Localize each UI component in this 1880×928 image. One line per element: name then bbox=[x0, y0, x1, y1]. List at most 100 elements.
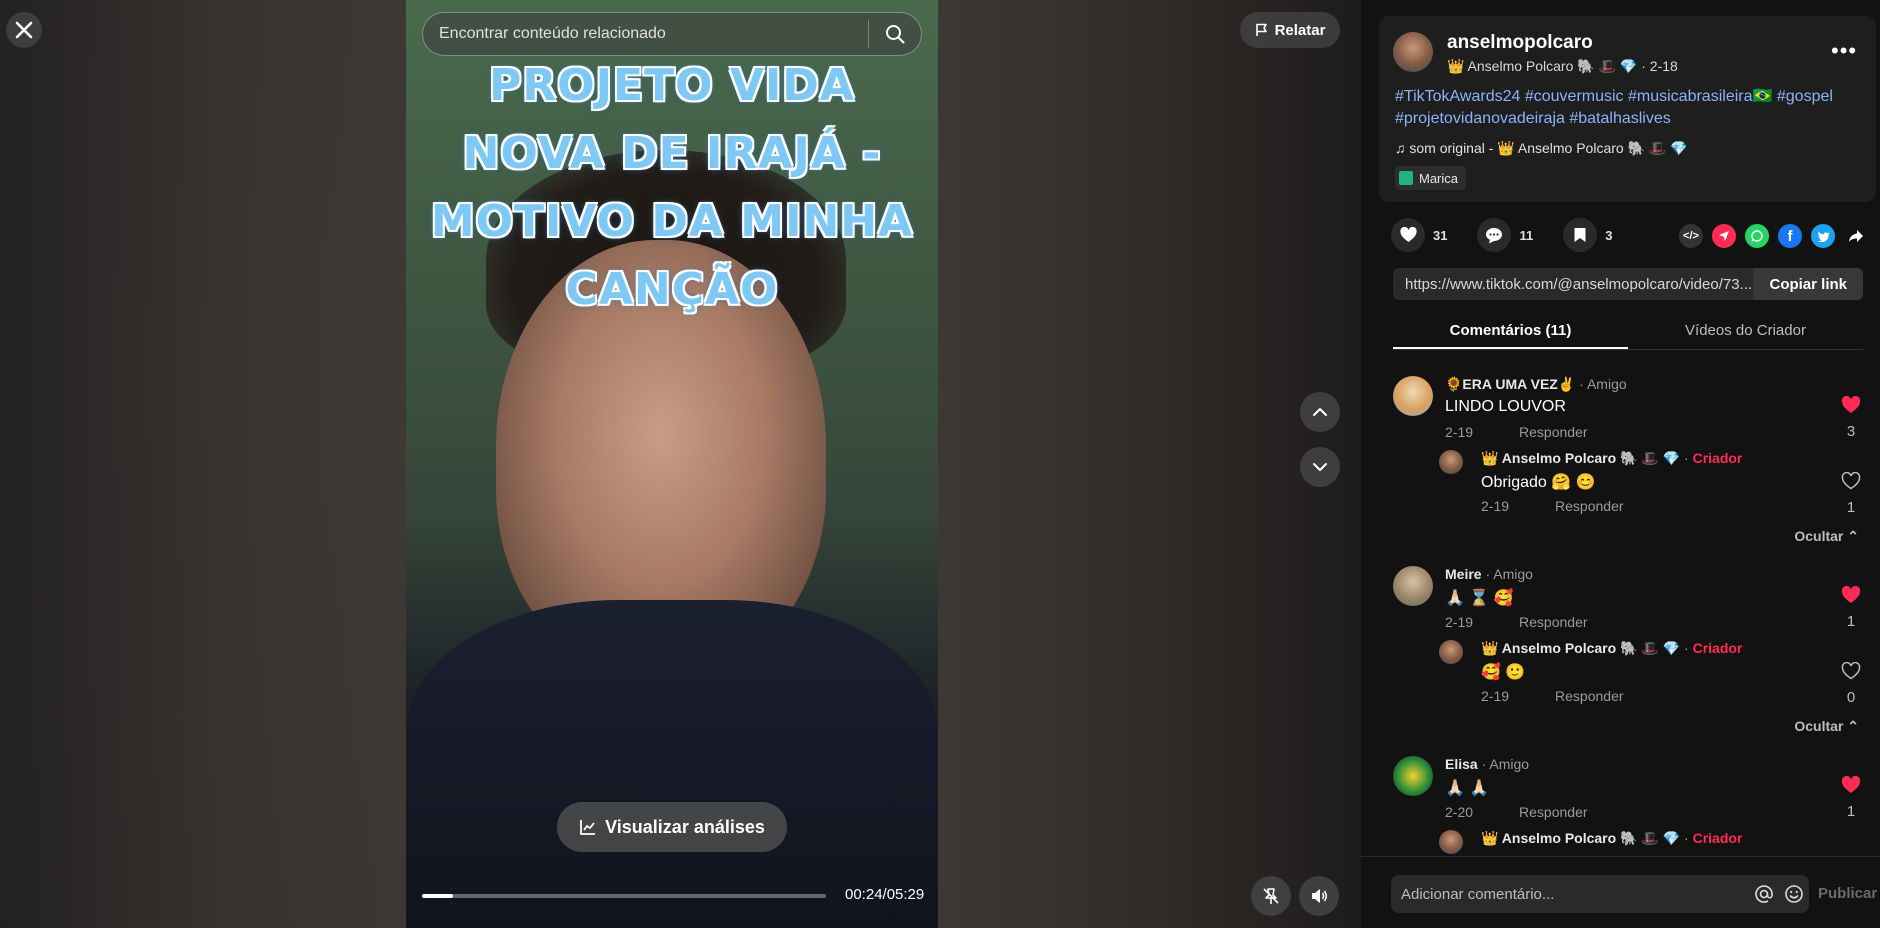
reply-button[interactable]: Responder bbox=[1519, 614, 1588, 630]
floating-player-button[interactable] bbox=[1251, 876, 1291, 916]
commenter-avatar[interactable] bbox=[1439, 450, 1463, 474]
creator-badge: Criador bbox=[1692, 830, 1743, 846]
commenter-name-line: Elisa · Amigo bbox=[1445, 756, 1530, 772]
commenter-name[interactable]: 👑 Anselmo Polcaro 🐘 🎩 💎 bbox=[1481, 450, 1680, 466]
blurred-background-left bbox=[0, 0, 406, 928]
heart-filled-icon bbox=[1841, 775, 1861, 793]
hide-replies-label: Ocultar bbox=[1794, 528, 1844, 544]
post-info-card: anselmopolcaro 👑 Anselmo Polcaro 🐘 🎩 💎 ·… bbox=[1379, 16, 1876, 202]
heart-outline-icon bbox=[1841, 661, 1861, 680]
creator-username[interactable]: anselmopolcaro bbox=[1447, 32, 1593, 54]
share-arrow-icon bbox=[1849, 230, 1863, 242]
comment-like-button[interactable]: 3 bbox=[1839, 395, 1863, 440]
hashtag-link[interactable]: #musicabrasileira🇧🇷 bbox=[1628, 88, 1772, 105]
share-options: </> f bbox=[1679, 224, 1868, 248]
send-icon bbox=[1719, 231, 1729, 241]
location-tag[interactable]: Marica bbox=[1395, 166, 1467, 190]
commenter-avatar[interactable] bbox=[1439, 640, 1463, 664]
heart-icon bbox=[1399, 227, 1417, 242]
comment-like-button[interactable]: 1 bbox=[1839, 471, 1863, 516]
copy-link-button[interactable]: Copiar link bbox=[1753, 268, 1863, 300]
commenter-name-line: 👑 Anselmo Polcaro 🐘 🎩 💎 · Criador bbox=[1481, 830, 1743, 846]
comment-meta: 2-19 Responder bbox=[1481, 688, 1624, 704]
creator-nickname: 👑 Anselmo Polcaro 🐘 🎩 💎 · 2-18 bbox=[1447, 58, 1678, 74]
more-share-button[interactable] bbox=[1844, 224, 1868, 248]
comment-button[interactable] bbox=[1477, 218, 1512, 252]
commenter-name[interactable]: Elisa bbox=[1445, 756, 1478, 772]
emoji-button[interactable] bbox=[1779, 879, 1809, 909]
comment-like-count: 1 bbox=[1846, 803, 1856, 820]
commenter-avatar[interactable] bbox=[1439, 830, 1463, 854]
next-video-button[interactable] bbox=[1300, 447, 1340, 487]
commenter-avatar[interactable] bbox=[1393, 376, 1433, 416]
sound-link[interactable]: ♫ som original - 👑 Anselmo Polcaro 🐘 🎩 💎 bbox=[1395, 140, 1688, 157]
comment-text: 🙏🏻 🙏🏻 bbox=[1445, 780, 1490, 797]
comment-like-count: 3 bbox=[1846, 423, 1856, 440]
bookmark-icon bbox=[1574, 228, 1586, 242]
video-frame-shirt bbox=[406, 600, 938, 928]
commenter-avatar[interactable] bbox=[1393, 756, 1433, 796]
reply-button[interactable]: Responder bbox=[1555, 498, 1624, 514]
volume-button[interactable] bbox=[1299, 876, 1339, 916]
comment-meta: 2-19 Responder bbox=[1445, 614, 1588, 630]
facebook-icon: f bbox=[1787, 227, 1793, 245]
hashtag-link[interactable]: #batalhaslives bbox=[1569, 110, 1670, 127]
commenter-name[interactable]: 👑 Anselmo Polcaro 🐘 🎩 💎 bbox=[1481, 830, 1680, 846]
save-button[interactable] bbox=[1563, 218, 1598, 252]
tab-comments[interactable]: Comentários (11) bbox=[1393, 318, 1628, 349]
creator-avatar[interactable] bbox=[1393, 32, 1433, 72]
comment-like-count: 0 bbox=[1846, 689, 1856, 706]
hide-replies-label: Ocultar bbox=[1794, 718, 1844, 734]
hashtag-link[interactable]: #gospel bbox=[1777, 88, 1833, 105]
publish-button[interactable]: Publicar bbox=[1818, 885, 1877, 902]
like-button[interactable] bbox=[1391, 218, 1425, 252]
creator-badge: Criador bbox=[1692, 640, 1743, 656]
more-options-button[interactable]: ••• bbox=[1831, 38, 1857, 64]
location-label: Marica bbox=[1419, 170, 1459, 186]
commenter-name[interactable]: 👑 Anselmo Polcaro 🐘 🎩 💎 bbox=[1481, 640, 1680, 656]
tab-creator-videos[interactable]: Vídeos do Criador bbox=[1628, 318, 1863, 349]
commenter-avatar[interactable] bbox=[1393, 566, 1433, 606]
facebook-share-button[interactable]: f bbox=[1778, 224, 1802, 248]
comment-date: 2-20 bbox=[1445, 804, 1474, 820]
post-hashtags: #TikTokAwards24 #couvermusic #musicabras… bbox=[1395, 86, 1865, 130]
report-button[interactable]: Relatar bbox=[1240, 12, 1340, 48]
reply-button[interactable]: Responder bbox=[1519, 804, 1588, 820]
hashtag-link[interactable]: #projetovidanovadeiraja bbox=[1395, 110, 1565, 127]
commenter-name[interactable]: 🌻ERA UMA VEZ✌ bbox=[1445, 376, 1575, 392]
comment-meta: 2-19 Responder bbox=[1481, 498, 1624, 514]
video-progress-fill bbox=[422, 894, 453, 898]
search-box bbox=[422, 12, 922, 56]
comment-meta: 2-19 Responder bbox=[1445, 424, 1588, 440]
comment-input[interactable] bbox=[1391, 885, 1749, 903]
whatsapp-share-button[interactable] bbox=[1745, 224, 1769, 248]
embed-button[interactable]: </> bbox=[1679, 224, 1703, 248]
hide-replies-button[interactable]: Ocultar ⌃ bbox=[1794, 528, 1859, 545]
comment-action: 11 bbox=[1477, 218, 1533, 252]
close-button[interactable] bbox=[6, 12, 42, 48]
video-time: 00:24/05:29 bbox=[845, 886, 925, 903]
comment-like-button[interactable]: 1 bbox=[1839, 585, 1863, 630]
video-link-text[interactable]: https://www.tiktok.com/@anselmopolcaro/v… bbox=[1393, 276, 1753, 293]
comment-like-button[interactable]: 1 bbox=[1839, 775, 1863, 820]
comment-input-wrap bbox=[1391, 875, 1809, 913]
previous-video-button[interactable] bbox=[1300, 392, 1340, 432]
chevron-down-icon bbox=[1313, 463, 1327, 471]
send-to-friends-button[interactable] bbox=[1712, 224, 1736, 248]
hashtag-link[interactable]: #TikTokAwards24 bbox=[1395, 88, 1520, 105]
comment-count: 11 bbox=[1519, 227, 1534, 243]
hide-replies-button[interactable]: Ocultar ⌃ bbox=[1794, 718, 1859, 735]
video-progress-bar[interactable] bbox=[422, 894, 826, 898]
hashtag-link[interactable]: #couvermusic bbox=[1525, 88, 1624, 105]
twitter-share-button[interactable] bbox=[1811, 224, 1835, 248]
search-button[interactable] bbox=[869, 12, 921, 56]
reply-button[interactable]: Responder bbox=[1555, 688, 1624, 704]
reply-button[interactable]: Responder bbox=[1519, 424, 1588, 440]
comment-like-button[interactable]: 0 bbox=[1839, 661, 1863, 706]
video-player[interactable]: PROJETO VIDA NOVA DE IRAJÁ - MOTIVO DA M… bbox=[406, 0, 938, 928]
view-analytics-button[interactable]: Visualizar análises bbox=[557, 802, 787, 852]
mention-button[interactable] bbox=[1749, 879, 1779, 909]
search-input[interactable] bbox=[423, 25, 868, 43]
chevron-up-icon: ⌃ bbox=[1847, 718, 1859, 734]
commenter-name[interactable]: Meire bbox=[1445, 566, 1482, 582]
